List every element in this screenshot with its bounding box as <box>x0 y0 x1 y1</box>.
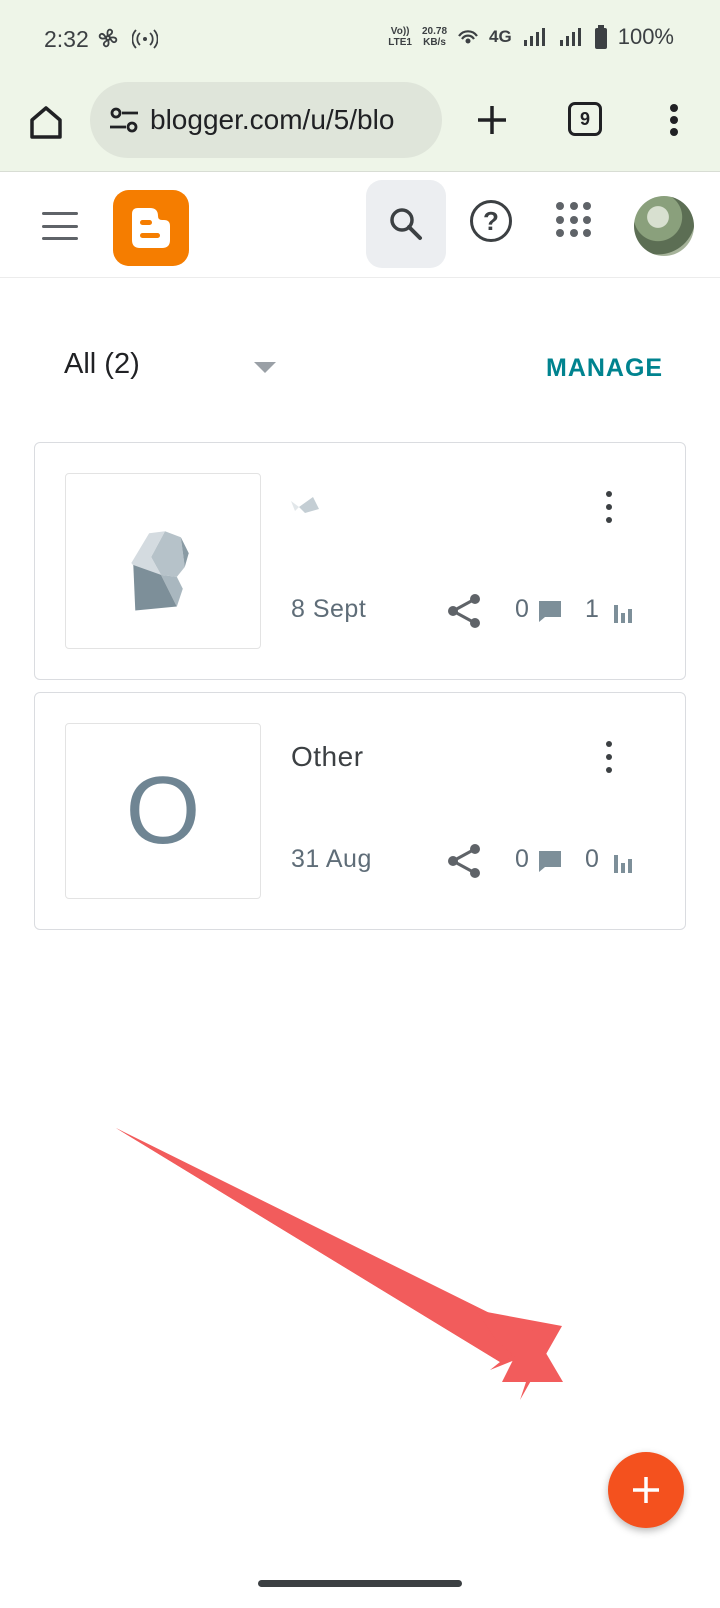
avatar[interactable] <box>634 196 694 256</box>
thumbnail-letter: O <box>125 757 201 864</box>
tune-icon <box>110 107 138 133</box>
comment-count: 0 <box>515 595 529 623</box>
new-tab-button[interactable] <box>466 94 518 146</box>
view-count: 0 <box>585 845 599 873</box>
post-filter-dropdown[interactable]: All (2) <box>64 348 140 381</box>
app-bar: ? <box>0 172 720 278</box>
blogger-b-icon <box>132 208 170 248</box>
post-thumbnail: O <box>65 723 261 899</box>
post-date: 8 Sept <box>291 595 367 623</box>
comment-count: 0 <box>515 845 529 873</box>
wifi-calling-icon <box>458 30 478 44</box>
plus-icon <box>478 106 506 134</box>
plus-icon <box>633 1477 659 1503</box>
search-button[interactable] <box>366 180 446 268</box>
home-icon <box>30 106 62 139</box>
url-text: blogger.com/u/5/blo <box>150 104 395 135</box>
gesture-navigation-bar[interactable] <box>258 1580 462 1587</box>
post-title[interactable]: Other <box>291 741 364 773</box>
new-post-button[interactable] <box>608 1452 684 1528</box>
battery-icon <box>594 25 607 49</box>
help-icon[interactable]: ? <box>470 200 512 242</box>
comment-icon <box>539 601 561 622</box>
stats-icon <box>614 605 632 623</box>
comment-icon <box>539 851 561 872</box>
stats-icon <box>614 855 632 873</box>
post-thumbnail <box>65 473 261 649</box>
title-image-fragment <box>291 497 319 513</box>
post-card[interactable]: O Other 31 Aug 0 0 <box>34 692 686 930</box>
share-icon[interactable] <box>445 841 483 881</box>
address-bar[interactable]: blogger.com/u/5/blo <box>90 82 442 158</box>
apps-grid-icon[interactable] <box>556 202 592 238</box>
dropdown-caret-icon[interactable] <box>254 362 276 373</box>
manage-button[interactable]: MANAGE <box>546 354 663 383</box>
status-bar: 2:32 Vo)) LTE1 20.78 KB/s 4G 100% <box>0 0 720 80</box>
home-button[interactable] <box>22 98 70 146</box>
hotspot-icon <box>132 29 158 49</box>
post-more-menu-button[interactable] <box>591 737 627 777</box>
network-speed: 20.78 KB/s <box>422 26 448 48</box>
fan-icon <box>98 28 118 48</box>
volte-indicator: Vo)) LTE1 <box>388 26 412 48</box>
view-count: 1 <box>585 595 599 623</box>
blogger-logo[interactable] <box>113 190 189 266</box>
signal-icon <box>523 28 545 46</box>
tab-switcher-button[interactable]: 9 <box>568 102 602 136</box>
annotation-arrow <box>116 1128 563 1400</box>
post-more-menu-button[interactable] <box>591 487 627 527</box>
browser-toolbar: blogger.com/u/5/blo 9 <box>0 80 720 172</box>
post-date: 31 Aug <box>291 845 372 873</box>
browser-menu-button[interactable] <box>654 94 694 146</box>
signal-icon <box>559 28 581 46</box>
overflow-menu-icon <box>670 104 678 136</box>
post-card[interactable]: 8 Sept 0 1 <box>34 442 686 680</box>
network-type: 4G <box>489 27 512 46</box>
site-settings-button[interactable] <box>104 100 144 140</box>
status-time: 2:32 <box>44 26 89 52</box>
search-icon <box>390 208 422 240</box>
menu-icon[interactable] <box>38 206 82 246</box>
share-icon[interactable] <box>445 591 483 631</box>
post-image <box>131 531 189 611</box>
battery-percent: 100% <box>617 24 674 49</box>
